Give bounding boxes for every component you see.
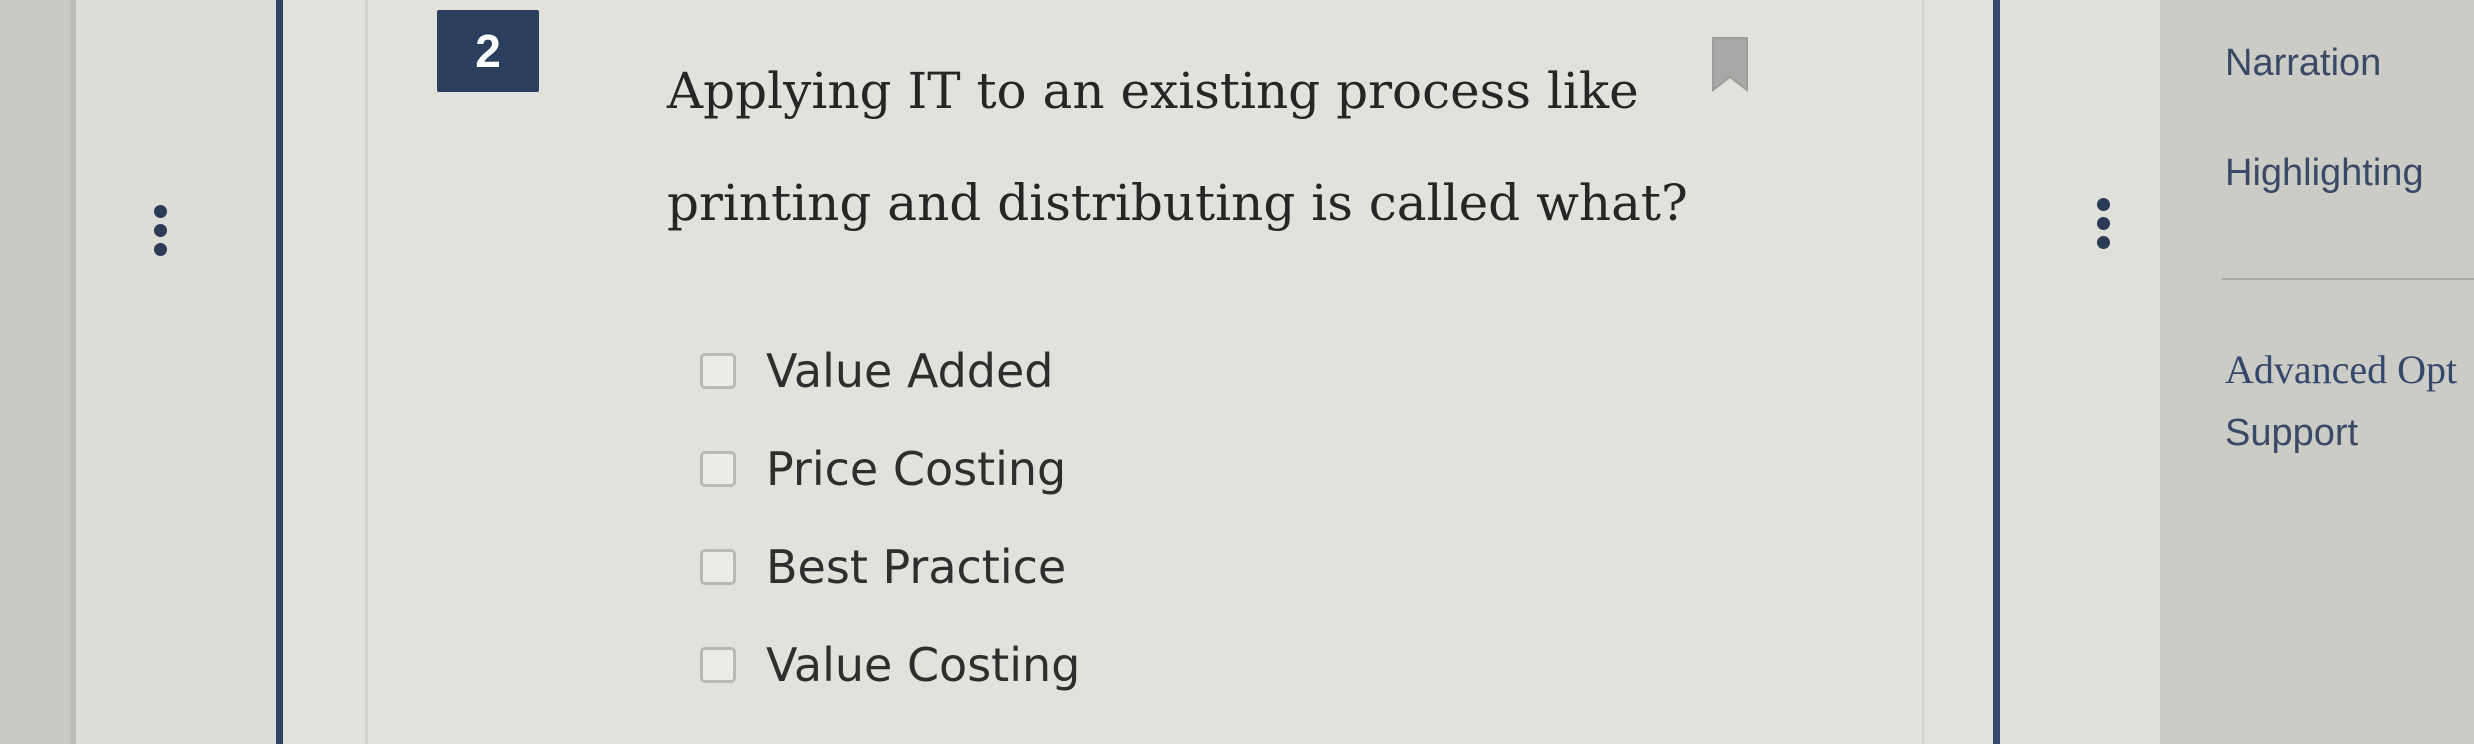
answer-label: Value Added bbox=[766, 344, 1054, 398]
answer-checkbox[interactable] bbox=[700, 353, 736, 389]
answer-label: Price Costing bbox=[766, 442, 1067, 496]
answer-option[interactable]: Value Costing bbox=[700, 616, 1080, 714]
answer-option[interactable]: Price Costing bbox=[700, 420, 1080, 518]
quiz-screen: 2 Applying IT to an existing process lik… bbox=[0, 0, 2474, 744]
bookmark-icon[interactable] bbox=[1710, 36, 1750, 92]
right-card-margin bbox=[2000, 0, 2160, 744]
answer-options: Value Added Price Costing Best Practice … bbox=[700, 322, 1080, 714]
card-guide-line-right bbox=[1922, 0, 1924, 744]
right-card-border bbox=[1993, 0, 2000, 744]
advanced-options-link[interactable]: Advanced Opt bbox=[2225, 346, 2457, 393]
narration-link[interactable]: Narration bbox=[2225, 42, 2381, 85]
answer-checkbox[interactable] bbox=[700, 549, 736, 585]
left-more-vertical-icon[interactable] bbox=[150, 205, 170, 265]
support-link[interactable]: Support bbox=[2225, 412, 2358, 455]
highlighting-link[interactable]: Highlighting bbox=[2225, 152, 2424, 195]
card-more-vertical-icon[interactable] bbox=[2093, 198, 2113, 258]
left-card-border bbox=[276, 0, 283, 744]
question-number-badge: 2 bbox=[437, 10, 539, 92]
answer-option[interactable]: Value Added bbox=[700, 322, 1080, 420]
answer-checkbox[interactable] bbox=[700, 647, 736, 683]
answer-option[interactable]: Best Practice bbox=[700, 518, 1080, 616]
question-text: Applying IT to an existing process like … bbox=[667, 62, 1688, 232]
answer-label: Value Costing bbox=[766, 638, 1081, 692]
answer-label: Best Practice bbox=[766, 540, 1067, 594]
side-panel-divider bbox=[2222, 278, 2474, 280]
answer-checkbox[interactable] bbox=[700, 451, 736, 487]
left-pane bbox=[76, 0, 276, 744]
card-guide-line bbox=[365, 0, 368, 744]
left-edge-strip bbox=[0, 0, 70, 744]
